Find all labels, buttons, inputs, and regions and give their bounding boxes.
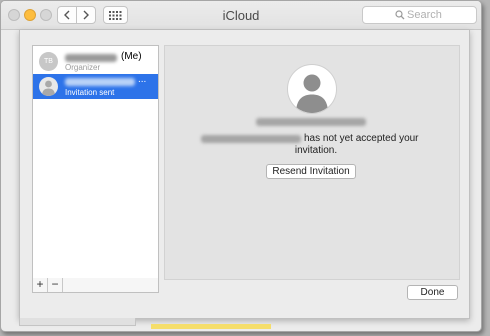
resend-invitation-button[interactable]: Resend Invitation	[266, 164, 356, 179]
done-button[interactable]: Done	[407, 285, 458, 300]
redacted-member-email	[256, 118, 366, 126]
member-large-avatar	[287, 64, 337, 114]
member-name-suffix: (Me)	[121, 51, 142, 62]
search-field[interactable]: Search	[362, 6, 477, 24]
status-line-2: invitation.	[294, 145, 338, 156]
family-member-list[interactable]: TB (Me) Organizer ... Invitation sent	[32, 45, 159, 280]
redacted-member-name	[65, 78, 135, 86]
member-role: Organizer	[65, 63, 101, 72]
member-status: Invitation sent	[65, 88, 115, 97]
member-detail-pane: has not yet accepted your invitation. Re…	[164, 45, 460, 280]
icloud-window: iCloud Search TB (Me) Organizer ... Invi…	[0, 0, 482, 332]
member-avatar	[39, 77, 58, 96]
family-sharing-sheet: TB (Me) Organizer ... Invitation sent + …	[19, 30, 470, 319]
person-silhouette-icon	[42, 80, 55, 96]
add-member-button[interactable]: +	[33, 278, 48, 292]
search-icon	[395, 10, 405, 20]
person-silhouette-icon	[296, 74, 328, 113]
member-name-ellipsis: ...	[138, 74, 147, 85]
redacted-member-name	[65, 54, 117, 62]
member-row-organizer[interactable]: TB (Me) Organizer	[33, 49, 158, 74]
status-line-1: has not yet accepted your	[304, 133, 419, 144]
member-initials-avatar: TB	[39, 52, 58, 71]
invitation-status-text: has not yet accepted your invitation.	[201, 133, 431, 157]
underlying-window-control	[19, 318, 136, 326]
title-bar: iCloud Search	[1, 1, 481, 30]
underlying-window-bar	[151, 324, 271, 329]
member-row-invited[interactable]: ... Invitation sent	[33, 74, 158, 99]
search-placeholder: Search	[407, 9, 442, 21]
member-list-toolbar: + −	[32, 278, 159, 293]
remove-member-button[interactable]: −	[48, 278, 63, 292]
